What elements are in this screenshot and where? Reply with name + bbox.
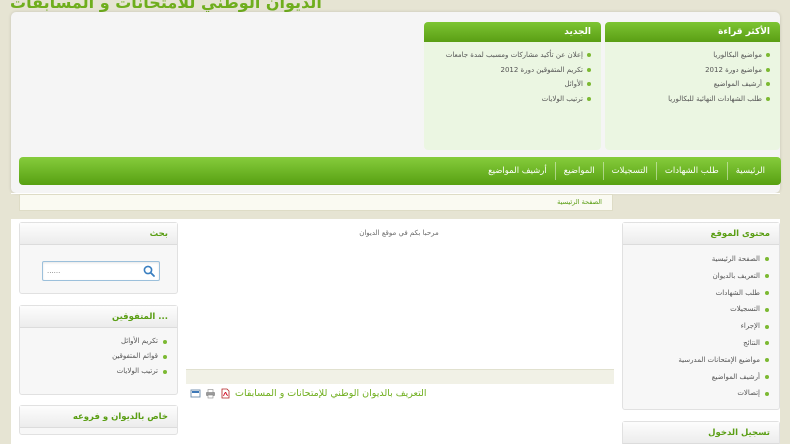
search-field xyxy=(42,261,160,281)
news-title: الجديد xyxy=(424,22,601,42)
menu-item-certificates[interactable]: طلب الشهادات xyxy=(623,285,769,302)
welcome-text: مرحبا بكم في موقع الديوان xyxy=(359,229,439,237)
about-title[interactable]: خاص بالديوان و فروعه xyxy=(20,406,177,428)
menu-item-procedure[interactable]: الإجراء xyxy=(623,318,769,335)
most-read-title: الأكثر قراءة xyxy=(605,22,780,42)
menu-item-home[interactable]: الصفحة الرئيسية xyxy=(623,251,769,268)
menu-item-exam-subjects[interactable]: مواضيع الإمتحانات المدرسية xyxy=(623,352,769,369)
top-students-list: تكريم الأوائل قوائم المتفوقين ترتيب الول… xyxy=(20,328,177,379)
main-menu-box: محتوى الموقع الصفحة الرئيسية التعريف بال… xyxy=(622,222,780,410)
most-read-item[interactable]: مواضيع البكالوريا xyxy=(605,48,770,63)
top-students-item[interactable]: ترتيب الولايات xyxy=(20,364,167,379)
breadcrumb: الصفحة الرئيسية xyxy=(19,194,613,211)
nav-registrations[interactable]: التسجيلات xyxy=(602,162,656,180)
news-item[interactable]: ترتيب الولايات xyxy=(424,92,591,107)
most-read-item[interactable]: أرشيف المواضيع xyxy=(605,77,770,92)
about-box: خاص بالديوان و فروعه xyxy=(19,405,178,435)
search-icon[interactable] xyxy=(142,264,156,278)
nav-certificates[interactable]: طلب الشهادات xyxy=(655,162,727,180)
news-item[interactable]: تكريم المتفوقين دورة 2012 xyxy=(424,63,591,78)
menu-item-archive[interactable]: أرشيف المواضيع xyxy=(623,369,769,386)
pdf-icon[interactable] xyxy=(220,388,231,399)
top-students-box: ... المتفوقين تكريم الأوائل قوائم المتفو… xyxy=(19,305,178,395)
search-box: بحث xyxy=(19,222,178,294)
most-read-list: مواضيع البكالوريا مواضيع دورة 2012 أرشيف… xyxy=(605,42,780,106)
main-navbar: الرئيسية طلب الشهادات التسجيلات المواضيع… xyxy=(19,157,781,185)
nav-home[interactable]: الرئيسية xyxy=(726,162,773,180)
article-header: التعريف بالديوان الوطني للإمتحانات و الم… xyxy=(190,388,426,399)
most-read-item[interactable]: مواضيع دورة 2012 xyxy=(605,63,770,78)
top-students-title: ... المتفوقين xyxy=(20,306,177,328)
email-icon[interactable] xyxy=(190,388,201,399)
breadcrumb-home-link[interactable]: الصفحة الرئيسية xyxy=(557,198,602,206)
news-list: إعلان عن تأكيد مشاركات ومسبب لمدة جامعات… xyxy=(424,42,601,106)
site-title: الديوان الوطني للامتحانات و المسابقات xyxy=(10,0,322,12)
news-item[interactable]: الأوائل xyxy=(424,77,591,92)
menu-item-results[interactable]: النتائج xyxy=(623,335,769,352)
nav-subjects[interactable]: المواضيع xyxy=(554,162,603,180)
news-item[interactable]: إعلان عن تأكيد مشاركات ومسبب لمدة جامعات xyxy=(424,48,591,63)
main-menu-list: الصفحة الرئيسية التعريف بالديوان طلب الش… xyxy=(623,245,779,402)
most-read-item[interactable]: طلب الشهادات النهائية للبكالوريا xyxy=(605,92,770,107)
menu-item-about[interactable]: التعريف بالديوان xyxy=(623,268,769,285)
nav-archive[interactable]: أرشيف المواضيع xyxy=(480,162,555,180)
article-title[interactable]: التعريف بالديوان الوطني للإمتحانات و الم… xyxy=(235,388,426,399)
login-title[interactable]: تسجيل الدخول xyxy=(623,422,779,444)
search-input[interactable] xyxy=(47,264,139,278)
main-menu-title: محتوى الموقع xyxy=(623,223,779,245)
login-box: تسجيل الدخول xyxy=(622,421,780,444)
print-icon[interactable] xyxy=(205,388,216,399)
news-box: الجديد إعلان عن تأكيد مشاركات ومسبب لمدة… xyxy=(424,22,601,150)
top-students-item[interactable]: قوائم المتفوقين xyxy=(20,349,167,364)
search-title: بحث xyxy=(20,223,177,245)
most-read-box: الأكثر قراءة مواضيع البكالوريا مواضيع دو… xyxy=(605,22,780,150)
menu-item-contact[interactable]: إتصالات xyxy=(623,385,769,402)
top-students-item[interactable]: تكريم الأوائل xyxy=(20,334,167,349)
menu-item-registrations[interactable]: التسجيلات xyxy=(623,301,769,318)
content-bar xyxy=(186,369,614,384)
